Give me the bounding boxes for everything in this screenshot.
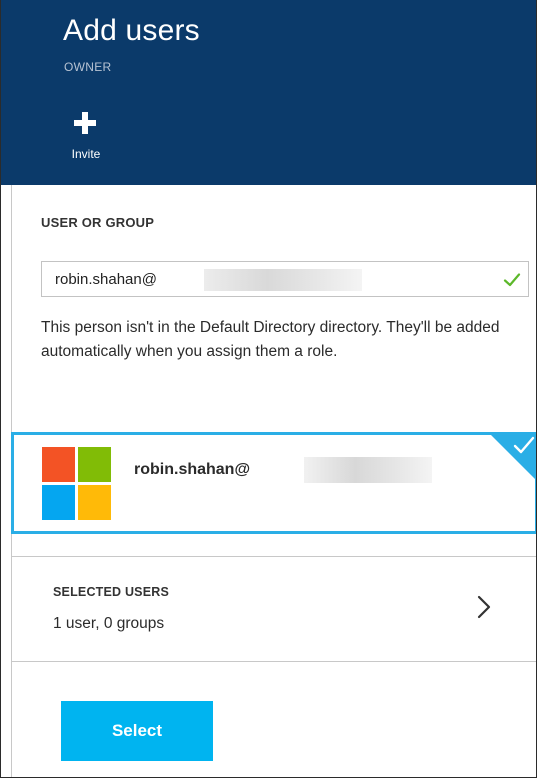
logo-square-yellow [78,485,111,520]
input-value: robin.shahan@ [55,271,157,288]
select-button[interactable]: Select [61,701,213,761]
selected-users-label: SELECTED USERS [53,585,170,599]
user-email: robin.shahan@ [134,461,251,478]
user-or-group-label: USER OR GROUP [41,215,155,230]
user-or-group-input[interactable]: robin.shahan@ [41,261,529,297]
plus-icon [74,112,96,134]
check-icon [503,273,521,287]
page-subtitle: OWNER [64,60,112,74]
add-users-blade: Add users OWNER Invite USER OR GROUP rob… [0,0,537,778]
selected-users-row[interactable]: SELECTED USERS 1 user, 0 groups [11,557,536,660]
invite-label: Invite [71,147,101,161]
microsoft-logo [42,447,112,521]
redacted-domain [304,457,432,483]
blade-header: Add users OWNER Invite [1,0,536,185]
logo-square-blue [42,485,75,520]
user-result-card[interactable]: robin.shahan@ [11,432,536,534]
invite-button[interactable]: Invite [59,112,113,172]
logo-square-red [42,447,75,482]
chevron-right-icon [477,595,491,619]
page-title: Add users [63,14,200,47]
checkmark-corner-icon [491,435,535,479]
selected-users-count: 1 user, 0 groups [53,615,165,632]
logo-square-green [78,447,111,482]
helper-text: This person isn't in the Default Directo… [41,319,500,360]
divider [11,661,536,662]
redacted-domain [204,269,362,291]
